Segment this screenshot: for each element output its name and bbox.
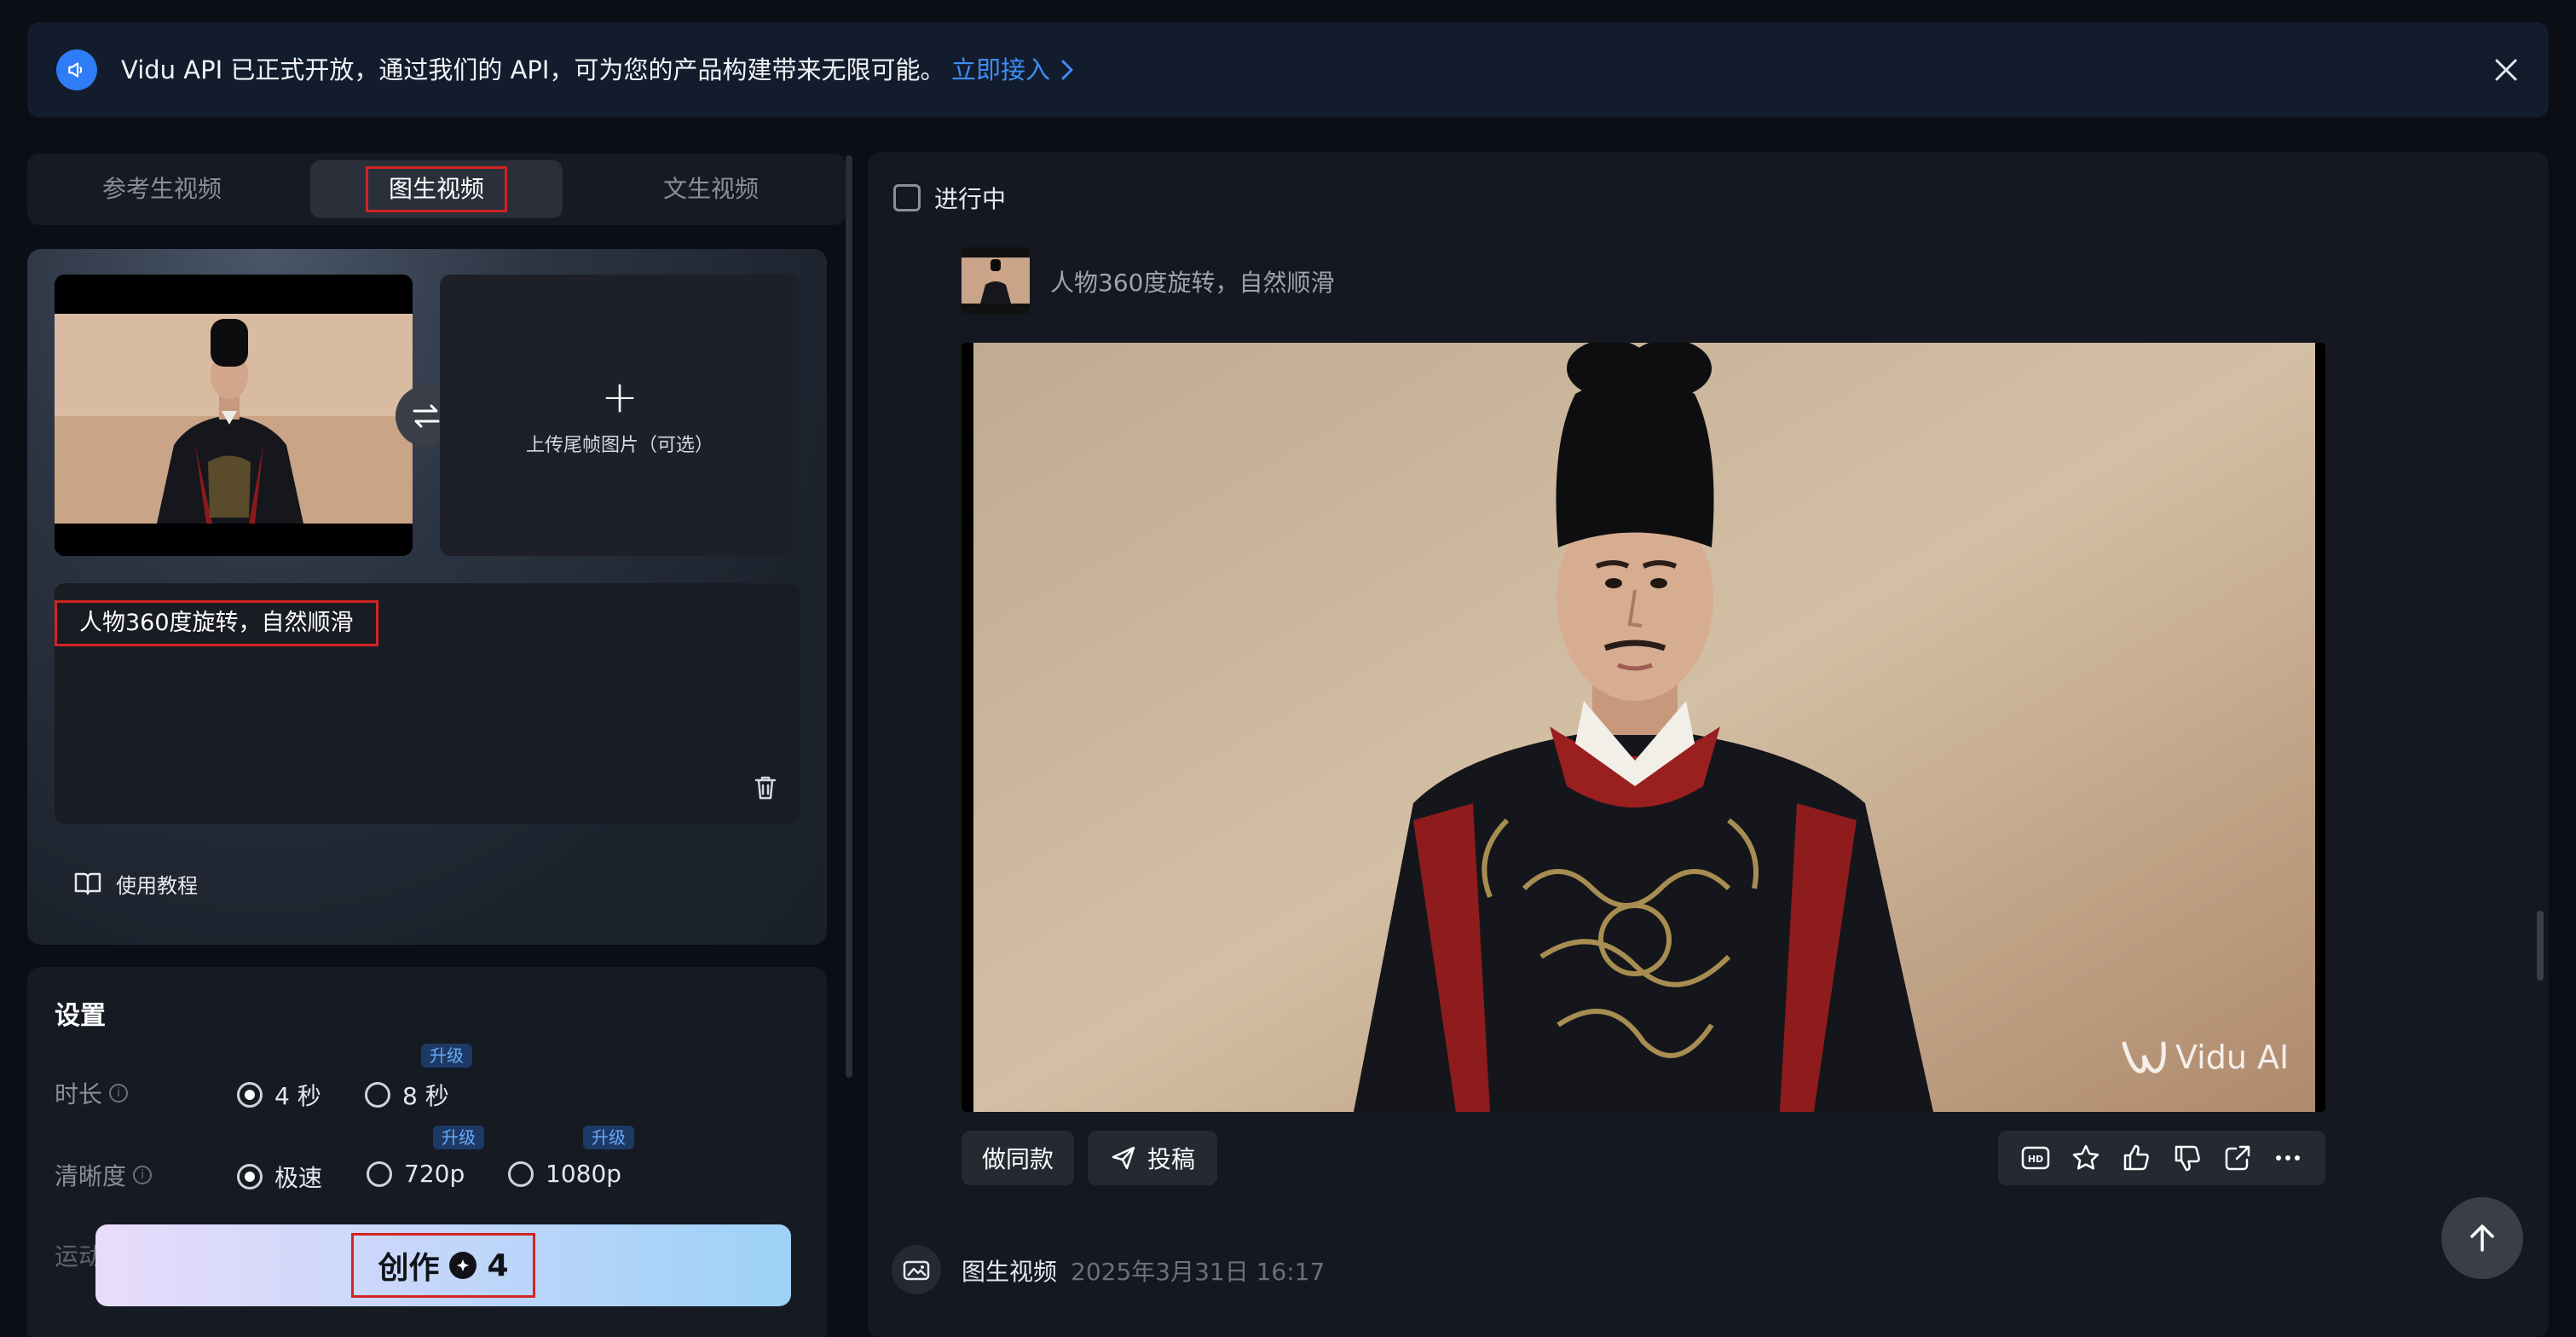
resolution-label: 清晰度 i xyxy=(55,1158,153,1192)
create-label-text: 创作 xyxy=(378,1251,440,1286)
book-icon xyxy=(74,872,101,895)
resolution-option-1080p-label: 1080p xyxy=(546,1160,622,1188)
close-icon xyxy=(2495,59,2517,81)
result-video[interactable] xyxy=(962,343,2325,1112)
radio-icon xyxy=(508,1160,534,1187)
banner-close-button[interactable] xyxy=(2484,48,2528,92)
duration-option-4s[interactable]: 4 秒 xyxy=(237,1078,321,1112)
clear-prompt-button[interactable] xyxy=(748,771,783,805)
radio-icon xyxy=(367,1160,392,1187)
duration-option-4s-label: 4 秒 xyxy=(274,1082,321,1110)
upgrade-badge: 升级 xyxy=(583,1126,634,1149)
favorite-button[interactable] xyxy=(2066,1138,2105,1178)
prompt-text: 人物360度旋转，自然顺滑 xyxy=(55,600,378,646)
start-frame-image[interactable] xyxy=(55,275,413,556)
resolution-label-text: 清晰度 xyxy=(55,1162,127,1190)
banner-connect-link[interactable]: 立即接入 xyxy=(951,49,1076,90)
in-progress-filter[interactable]: 进行中 xyxy=(893,181,1006,215)
share-icon xyxy=(2225,1145,2250,1171)
resolution-option-fast-label: 极速 xyxy=(274,1164,323,1192)
scroll-to-top-button[interactable] xyxy=(2441,1197,2523,1279)
task-type: 图生视频 xyxy=(962,1258,1058,1286)
banner-message: Vidu API 已正式开放，通过我们的 API，可为您的产品构建带来无限可能。 xyxy=(121,55,945,84)
hd-upscale-button[interactable]: HD xyxy=(2016,1138,2055,1178)
watermark-text: Vidu AI xyxy=(2175,1039,2290,1076)
end-frame-upload-label: 上传尾帧图片（可选） xyxy=(525,435,713,456)
same-style-button[interactable]: 做同款 xyxy=(962,1131,1074,1185)
radio-selected-icon xyxy=(237,1082,263,1108)
upgrade-badge: 升级 xyxy=(433,1126,484,1149)
tutorial-label: 使用教程 xyxy=(116,873,198,898)
resolution-option-720p-label: 720p xyxy=(404,1160,465,1188)
resolution-option-720p[interactable]: 720p xyxy=(367,1160,465,1188)
send-icon xyxy=(1112,1146,1135,1170)
megaphone-icon xyxy=(56,49,97,90)
video-actions-toolbar: HD xyxy=(1998,1131,2325,1185)
swap-icon xyxy=(413,404,440,428)
thumbs-up-icon xyxy=(2124,1144,2150,1171)
resolution-option-fast[interactable]: 极速 xyxy=(237,1160,322,1194)
tutorial-link[interactable]: 使用教程 xyxy=(73,866,198,900)
hd-icon: HD xyxy=(2021,1146,2049,1170)
svg-text:HD: HD xyxy=(2027,1154,2042,1165)
tab-image-to-video-label: 图生视频 xyxy=(365,166,507,212)
more-options-button[interactable] xyxy=(2268,1138,2307,1178)
share-button[interactable] xyxy=(2218,1138,2257,1178)
results-scrollbar[interactable] xyxy=(2537,911,2544,981)
checkbox-icon xyxy=(893,184,921,211)
vidu-logo-icon xyxy=(2122,1041,2166,1074)
tab-text-to-video[interactable]: 文生视频 xyxy=(583,160,839,218)
settings-title: 设置 xyxy=(55,1001,106,1031)
like-button[interactable] xyxy=(2117,1138,2156,1178)
arrow-up-icon xyxy=(2470,1224,2494,1252)
credit-icon xyxy=(449,1252,477,1279)
resolution-option-1080p[interactable]: 1080p xyxy=(508,1160,621,1188)
upgrade-badge: 升级 xyxy=(421,1044,472,1068)
vidu-watermark: Vidu AI xyxy=(2121,1039,2289,1076)
task-timestamp: 2025年3月31日 16:17 xyxy=(1071,1258,1326,1286)
image-to-video-type-icon xyxy=(892,1245,941,1294)
radio-icon xyxy=(365,1082,390,1108)
duration-label: 时长 i xyxy=(55,1076,129,1110)
duration-option-8s[interactable]: 8 秒 xyxy=(365,1078,449,1112)
task-thumbnail[interactable] xyxy=(962,247,1030,314)
in-progress-label: 进行中 xyxy=(934,185,1007,213)
trash-icon xyxy=(754,776,777,800)
credit-cost: 4 xyxy=(487,1247,509,1283)
tab-image-to-video[interactable]: 图生视频 xyxy=(310,160,563,218)
more-icon xyxy=(2276,1155,2301,1160)
chevron-right-icon xyxy=(1061,60,1073,80)
thumbs-down-icon xyxy=(2175,1145,2200,1172)
duration-option-8s-label: 8 秒 xyxy=(402,1082,449,1110)
info-icon[interactable]: i xyxy=(109,1084,129,1103)
submit-post-button[interactable]: 投稿 xyxy=(1088,1131,1217,1185)
radio-selected-icon xyxy=(237,1164,263,1189)
create-button-label[interactable]: 创作 4 xyxy=(351,1233,535,1298)
banner-link-label: 立即接入 xyxy=(951,55,1051,84)
info-icon[interactable]: i xyxy=(133,1166,153,1184)
star-icon xyxy=(2072,1144,2099,1170)
submit-post-label: 投稿 xyxy=(1146,1145,1195,1173)
task-prompt: 人物360度旋转，自然顺滑 xyxy=(1050,269,1335,297)
left-scrollbar[interactable] xyxy=(846,155,852,1078)
tab-reference-video[interactable]: 参考生视频 xyxy=(34,160,290,218)
duration-label-text: 时长 xyxy=(55,1080,103,1108)
plus-icon: + xyxy=(601,372,638,423)
dislike-button[interactable] xyxy=(2168,1138,2207,1178)
